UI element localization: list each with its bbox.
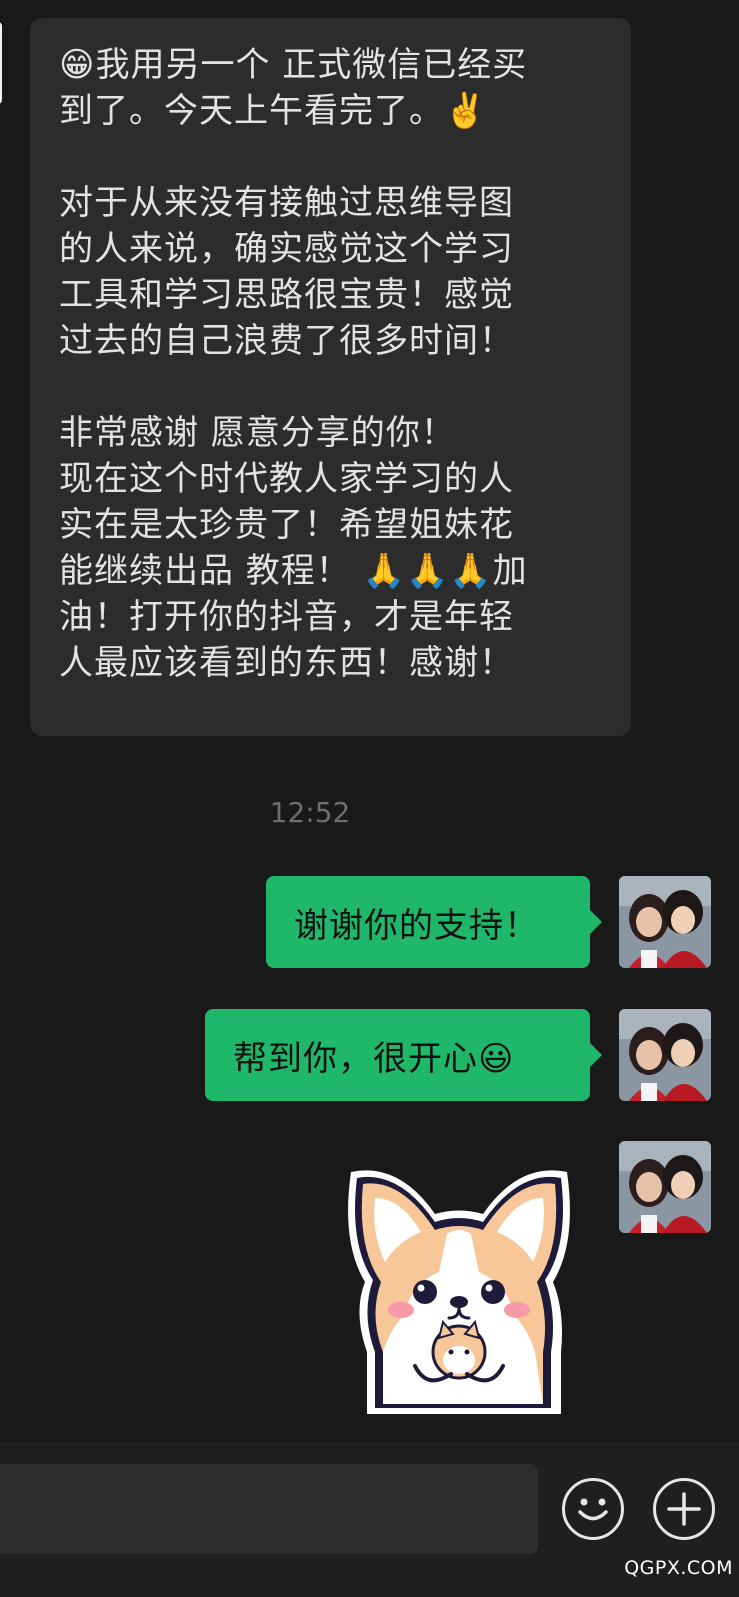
avatar-photo-icon [619,876,711,968]
avatar[interactable] [619,876,711,968]
message-line: 对于从来没有接触过思维导图 [59,183,514,223]
message-line: 非常感谢 愿意分享的你！ [59,413,456,453]
outgoing-message-text: 谢谢你的支持！ [294,905,539,946]
edge-element [0,22,2,104]
sticker-message[interactable] [339,1152,579,1417]
more-button[interactable] [653,1478,715,1540]
outgoing-message-bubble[interactable]: 谢谢你的支持！ [266,876,602,968]
plus-circle-icon [667,1492,701,1526]
avatar-photo-icon [619,1009,711,1101]
watermark: QGPX.COM [624,1557,733,1579]
message-line: 到了。今天上午看完了。✌️ [59,91,488,131]
outgoing-message-bubble[interactable]: 帮到你，很开心😃 [205,1009,602,1101]
avatar[interactable] [619,1009,711,1101]
message-line: 过去的自己浪费了很多时间！ [59,321,514,361]
outgoing-message-text: 帮到你，很开心😃 [233,1038,515,1079]
avatar[interactable] [619,1141,711,1233]
corgi-sticker-icon [348,1170,570,1414]
message-line: 😁我用另一个 正式微信已经买 [59,45,528,85]
message-line: 工具和学习思路很宝贵！感觉 [59,275,514,315]
smiley-face-icon [578,1498,608,1521]
message-line: 能继续出品 教程！ 🙏🙏🙏加 [59,551,528,591]
message-input[interactable] [0,1464,538,1554]
message-line: 现在这个时代教人家学习的人 [59,459,514,499]
message-line: 的人来说，确实感觉这个学习 [59,229,514,269]
incoming-message-bubble[interactable]: 😁我用另一个 正式微信已经买 到了。今天上午看完了。✌️ 对于从来没有接触过思维… [30,18,631,736]
message-line: 实在是太珍贵了！希望姐妹花 [59,505,514,545]
message-line: 人最应该看到的东西！感谢！ [59,643,514,683]
avatar-photo-icon [619,1141,711,1233]
message-line: 油！打开你的抖音，才是年轻 [59,597,514,637]
message-timestamp: 12:52 [269,796,351,829]
emoji-button[interactable] [562,1478,624,1540]
